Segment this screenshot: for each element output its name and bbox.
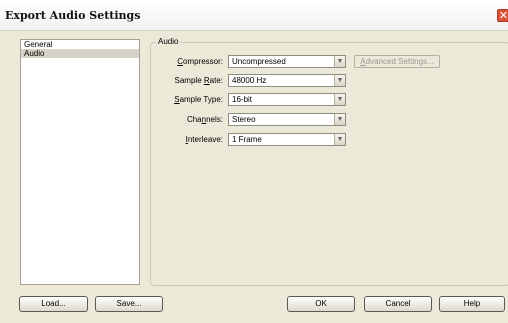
sample-rate-value: 48000 Hz [232, 76, 267, 85]
sample-type-value: 16-bit [232, 95, 253, 104]
sample-rate-label: Sample Rate: [174, 76, 223, 85]
load-button[interactable]: Load... [19, 296, 88, 312]
save-button[interactable]: Save... [95, 296, 163, 312]
cancel-button[interactable]: Cancel [364, 296, 432, 312]
chevron-down-icon[interactable]: ▼ [334, 134, 345, 145]
help-button[interactable]: Help [439, 296, 505, 312]
chevron-down-icon[interactable]: ▼ [334, 114, 345, 125]
chevron-down-icon[interactable]: ▼ [334, 94, 345, 105]
interleave-value: 1 Frame [232, 135, 262, 144]
interleave-select[interactable]: 1 Frame ▼ [228, 133, 346, 146]
category-item-audio[interactable]: Audio [21, 49, 139, 58]
interleave-label: Interleave: [185, 135, 223, 144]
chevron-down-icon[interactable]: ▼ [334, 56, 345, 67]
ok-button[interactable]: OK [287, 296, 355, 312]
close-icon[interactable]: ✕ [497, 9, 508, 22]
category-item-general[interactable]: General [21, 40, 139, 49]
window-title: Export Audio Settings [5, 9, 141, 22]
compressor-value: Uncompressed [232, 57, 286, 66]
audio-group-label: Audio [156, 37, 181, 46]
sample-rate-select[interactable]: 48000 Hz ▼ [228, 74, 346, 87]
sample-type-label: Sample Type: [174, 95, 223, 104]
compressor-label: Compressor: [177, 57, 223, 66]
title-bar: Export Audio Settings ✕ [0, 0, 508, 31]
channels-value: Stereo [232, 115, 256, 124]
compressor-select[interactable]: Uncompressed ▼ [228, 55, 346, 68]
chevron-down-icon[interactable]: ▼ [334, 75, 345, 86]
sample-type-select[interactable]: 16-bit ▼ [228, 93, 346, 106]
advanced-settings-button: Advanced Settings... [354, 55, 440, 68]
channels-label: Channels: [186, 115, 223, 124]
category-list[interactable]: General Audio [20, 39, 140, 285]
channels-select[interactable]: Stereo ▼ [228, 113, 346, 126]
